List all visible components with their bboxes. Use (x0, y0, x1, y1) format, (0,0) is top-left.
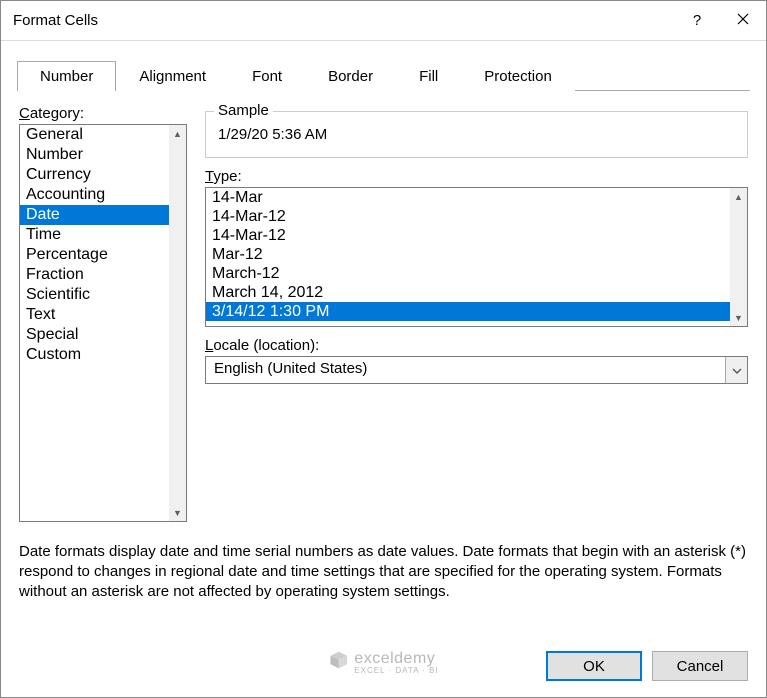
dialog-footer: OK Cancel (1, 643, 766, 697)
scroll-down-icon[interactable]: ▼ (730, 309, 747, 326)
category-item[interactable]: Scientific (20, 285, 170, 305)
category-item[interactable]: General (20, 125, 170, 145)
type-item[interactable]: March 14, 2012 (206, 283, 730, 302)
tab-protection[interactable]: Protection (461, 61, 575, 91)
chevron-down-icon (732, 361, 742, 379)
category-item[interactable]: Time (20, 225, 170, 245)
category-listbox[interactable]: GeneralNumberCurrencyAccountingDateTimeP… (19, 124, 187, 522)
category-item[interactable]: Currency (20, 165, 170, 185)
tab-alignment[interactable]: Alignment (116, 61, 229, 91)
scroll-up-icon[interactable]: ▲ (730, 188, 747, 205)
cancel-button[interactable]: Cancel (652, 651, 748, 681)
category-item[interactable]: Number (20, 145, 170, 165)
type-item[interactable]: Mar-12 (206, 245, 730, 264)
close-icon (737, 12, 749, 29)
category-item[interactable]: Special (20, 325, 170, 345)
sample-group: Sample 1/29/20 5:36 AM (205, 111, 748, 158)
scroll-down-icon[interactable]: ▼ (169, 504, 186, 521)
locale-combobox[interactable]: English (United States) (205, 356, 748, 384)
tab-number[interactable]: Number (17, 61, 116, 91)
type-scrollbar[interactable]: ▲ ▼ (730, 188, 747, 326)
type-item[interactable]: March-12 (206, 264, 730, 283)
category-scrollbar[interactable]: ▲ ▼ (169, 125, 186, 521)
format-cells-dialog: Format Cells ? Number Alignment Font Bor… (0, 0, 767, 698)
description-text: Date formats display date and time seria… (19, 542, 748, 602)
tabstrip: Number Alignment Font Border Fill Protec… (1, 41, 766, 91)
locale-value: English (United States) (206, 357, 725, 383)
type-item[interactable]: 14-Mar-12 (206, 207, 730, 226)
type-item[interactable]: 14-Mar (206, 188, 730, 207)
category-item[interactable]: Percentage (20, 245, 170, 265)
help-button[interactable]: ? (674, 1, 720, 41)
sample-value: 1/29/20 5:36 AM (216, 126, 737, 143)
dialog-title: Format Cells (13, 12, 674, 29)
type-listbox[interactable]: 14-Mar14-Mar-1214-Mar-12Mar-12March-12Ma… (205, 187, 748, 327)
category-item[interactable]: Date (20, 205, 170, 225)
tab-border[interactable]: Border (305, 61, 396, 91)
locale-dropdown-button[interactable] (725, 357, 747, 383)
close-button[interactable] (720, 1, 766, 41)
ok-button[interactable]: OK (546, 651, 642, 681)
titlebar: Format Cells ? (1, 1, 766, 41)
category-item[interactable]: Text (20, 305, 170, 325)
type-label: Type: (205, 168, 748, 185)
help-icon: ? (693, 12, 701, 29)
type-item[interactable]: 3/14/12 1:30 PM (206, 302, 730, 321)
tab-fill[interactable]: Fill (396, 61, 461, 91)
sample-legend: Sample (214, 102, 273, 119)
category-item[interactable]: Accounting (20, 185, 170, 205)
category-label: Category: (19, 105, 187, 122)
tab-font[interactable]: Font (229, 61, 305, 91)
scroll-up-icon[interactable]: ▲ (169, 125, 186, 142)
tab-body-number: Category: GeneralNumberCurrencyAccountin… (1, 91, 766, 643)
locale-label: Locale (location): (205, 337, 748, 354)
category-item[interactable]: Custom (20, 345, 170, 365)
type-item[interactable]: 14-Mar-12 (206, 226, 730, 245)
category-item[interactable]: Fraction (20, 265, 170, 285)
